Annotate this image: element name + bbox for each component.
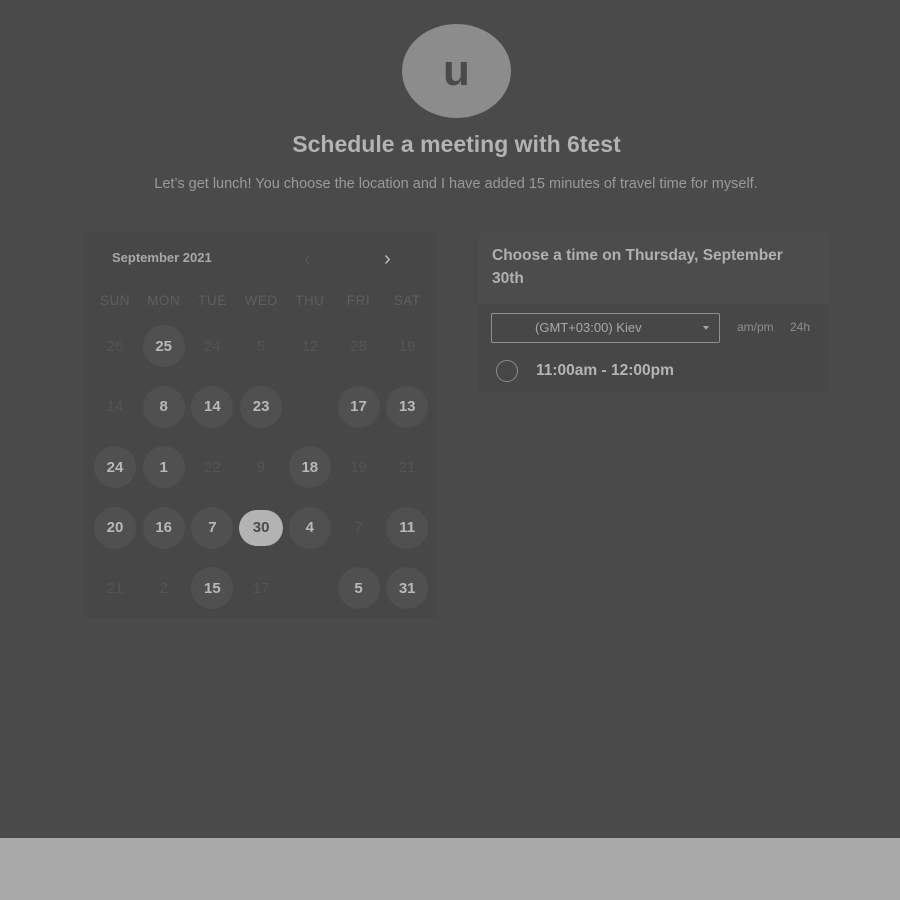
time-slot[interactable]: 11:00am - 12:00pm: [496, 359, 806, 385]
calendar-day: 21: [398, 458, 416, 476]
calendar-day: [289, 386, 331, 428]
time-slot-label: 11:00am - 12:00pm: [536, 362, 674, 379]
avatar-letter: u: [443, 46, 470, 95]
calendar-day: 24: [204, 337, 221, 355]
calendar-day[interactable]: 7: [191, 506, 234, 549]
weekday-label: TUE: [198, 293, 227, 308]
calendar-day: 12: [301, 337, 319, 355]
main-area: u Schedule a meeting with 6test Let’s ge…: [0, 0, 900, 838]
calendar-day-selected[interactable]: 30: [239, 509, 284, 546]
calendar-day: 22: [204, 458, 221, 476]
calendar-day: 14: [106, 398, 124, 415]
scheduling-page: u Schedule a meeting with 6test Let’s ge…: [0, 0, 900, 900]
calendar-day[interactable]: 17: [337, 385, 380, 428]
calendar-day: 9: [256, 458, 266, 476]
calendar-day[interactable]: 16: [142, 506, 185, 549]
footer-band: [0, 838, 900, 900]
avatar: u: [402, 24, 511, 118]
weekday-label: SAT: [393, 293, 421, 308]
calendar-day: 26: [106, 337, 124, 355]
timezone-select[interactable]: (GMT+03:00) Kiev: [491, 313, 720, 343]
format-ampm-toggle[interactable]: am/pm: [737, 320, 774, 334]
calendar-day[interactable]: 1: [142, 446, 185, 488]
calendar-day: 5: [256, 337, 266, 355]
weekday-label: FRI: [346, 293, 371, 308]
weekday-label: SUN: [99, 293, 130, 308]
calendar-day[interactable]: 20: [94, 506, 136, 549]
chevron-right-icon[interactable]: ›: [384, 248, 391, 271]
calendar-day[interactable]: 8: [142, 385, 185, 428]
timezone-value: (GMT+03:00) Kiev: [535, 320, 642, 335]
calendar-day: 7: [354, 519, 363, 536]
radio-icon[interactable]: [496, 360, 518, 382]
month-label: September 2021: [112, 250, 212, 265]
calendar-day[interactable]: 24: [94, 446, 136, 488]
calendar-day: 17: [252, 579, 270, 597]
calendar-day: 19: [350, 458, 367, 476]
time-panel-heading: Choose a time on Thursday, September 30t…: [492, 247, 783, 287]
calendar-day[interactable]: 4: [288, 506, 331, 549]
calendar-day[interactable]: 31: [386, 567, 429, 609]
calendar: September 2021 ‹ › SUN MON TUE WED THU FRI SAT…: [82, 232, 438, 618]
time-panel: Choose a time on Thursday, September 30t…: [478, 232, 830, 392]
calendar-day[interactable]: 14: [191, 385, 234, 428]
calendar-day: [289, 567, 331, 609]
calendar-day: 2: [159, 579, 168, 597]
weekday-label: THU: [295, 293, 325, 308]
time-panel-header: Choose a time on Thursday, September 30t…: [478, 232, 830, 304]
calendar-day[interactable]: 23: [240, 385, 283, 428]
calendar-day[interactable]: 15: [191, 567, 234, 609]
weekday-label: MON: [147, 293, 181, 308]
page-title: Schedule a meeting with 6test: [292, 131, 621, 157]
calendar-day: 19: [398, 337, 416, 355]
calendar-day[interactable]: 13: [386, 385, 429, 428]
calendar-day[interactable]: 5: [337, 567, 380, 609]
calendar-day[interactable]: 18: [288, 446, 331, 488]
calendar-day: 21: [106, 579, 124, 597]
calendar-day: 28: [350, 337, 367, 355]
calendar-day[interactable]: 11: [386, 506, 429, 549]
caret-down-icon: [703, 326, 709, 330]
chevron-left-icon[interactable]: ‹: [304, 248, 311, 271]
meeting-description: Let’s get lunch! You choose the location…: [154, 176, 758, 192]
format-24h-toggle[interactable]: 24h: [790, 320, 810, 334]
weekday-label: WED: [244, 293, 278, 308]
calendar-day[interactable]: 25: [142, 325, 185, 367]
